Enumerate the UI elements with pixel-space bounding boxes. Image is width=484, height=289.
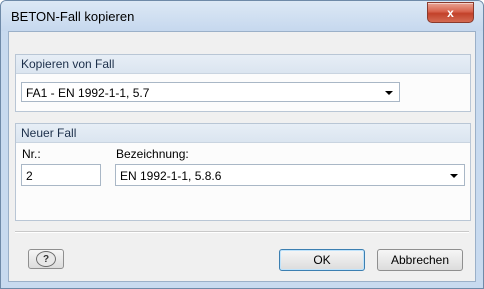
source-case-value: FA1 - EN 1992-1-1, 5.7 <box>26 86 150 100</box>
separator <box>15 231 469 233</box>
dialog-title: BETON-Fall kopieren <box>11 9 135 24</box>
help-button[interactable]: ? <box>28 249 64 269</box>
title-bar[interactable]: BETON-Fall kopieren x <box>1 1 483 31</box>
copy-from-label: Kopieren von Fall <box>21 57 115 71</box>
dialog-body: Kopieren von Fall FA1 - EN 1992-1-1, 5.7… <box>8 31 476 282</box>
nr-value: 2 <box>26 169 33 183</box>
ok-button[interactable]: OK <box>279 249 365 271</box>
chevron-down-icon <box>385 91 393 95</box>
nr-label: Nr.: <box>22 147 41 161</box>
cancel-button[interactable]: Abbrechen <box>377 249 463 271</box>
close-button[interactable]: x <box>427 2 474 23</box>
dialog-window: BETON-Fall kopieren x Kopieren von Fall … <box>0 0 484 289</box>
chevron-down-icon <box>450 174 458 178</box>
close-icon: x <box>447 5 454 20</box>
new-case-label: Neuer Fall <box>21 126 77 140</box>
designation-combo[interactable]: EN 1992-1-1, 5.8.6 <box>115 164 465 186</box>
designation-value: EN 1992-1-1, 5.8.6 <box>120 169 222 183</box>
new-case-header: Neuer Fall <box>16 124 470 143</box>
help-icon: ? <box>36 251 56 267</box>
copy-from-header: Kopieren von Fall <box>16 55 470 74</box>
designation-label: Bezeichnung: <box>116 147 189 161</box>
source-case-select[interactable]: FA1 - EN 1992-1-1, 5.7 <box>21 82 400 102</box>
copy-from-group: Kopieren von Fall FA1 - EN 1992-1-1, 5.7 <box>15 54 471 112</box>
new-case-group: Neuer Fall Nr.: Bezeichnung: 2 EN 1992-1… <box>15 123 471 221</box>
nr-input[interactable]: 2 <box>21 164 101 186</box>
